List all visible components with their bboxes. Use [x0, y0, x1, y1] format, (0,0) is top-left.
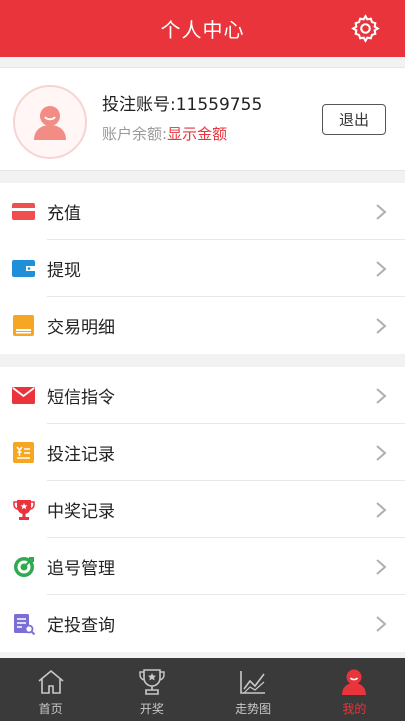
- home-icon: [36, 667, 66, 697]
- menu-item-recharge[interactable]: 充值: [0, 183, 405, 240]
- balance-label: 账户余额:: [102, 125, 168, 143]
- tab-home[interactable]: 首页: [0, 658, 101, 721]
- menu-item-withdraw[interactable]: 提现: [0, 240, 405, 297]
- chevron-right-icon: [376, 615, 387, 632]
- chevron-right-icon: [376, 260, 387, 277]
- show-balance-link[interactable]: 显示金额: [167, 125, 227, 143]
- menu-item-label: 短信指令: [47, 388, 115, 408]
- page-title: 个人中心: [160, 18, 245, 42]
- menu-item-win-records[interactable]: 中奖记录: [0, 481, 405, 538]
- tab-trend-chart[interactable]: 走势图: [203, 658, 304, 721]
- menu-group-finance: 充值 提现 交易明细: [0, 183, 405, 354]
- menu-item-label: 中奖记录: [47, 502, 115, 522]
- envelope-icon: [12, 384, 35, 407]
- chevron-right-icon: [376, 444, 387, 461]
- document-search-icon: [12, 612, 35, 635]
- trophy-icon: [12, 498, 35, 521]
- tab-label: 首页: [38, 702, 63, 716]
- ledger-icon: [12, 314, 35, 337]
- chevron-right-icon: [376, 501, 387, 518]
- menu-item-chase-management[interactable]: 追号管理: [0, 538, 405, 595]
- tab-draw-results[interactable]: 开奖: [101, 658, 202, 721]
- chevron-right-icon: [376, 558, 387, 575]
- account-number: 投注账号:11559755: [102, 95, 263, 115]
- credit-card-icon: [12, 200, 35, 223]
- menu-item-label: 追号管理: [47, 559, 115, 579]
- chevron-right-icon: [376, 203, 387, 220]
- tab-label: 我的: [342, 702, 367, 716]
- menu-item-transactions[interactable]: 交易明细: [0, 297, 405, 354]
- menu-item-plan-query[interactable]: 定投查询: [0, 595, 405, 652]
- menu-item-label: 充值: [47, 204, 81, 224]
- chevron-right-icon: [376, 387, 387, 404]
- user-icon: [339, 667, 369, 697]
- menu-item-label: 交易明细: [47, 318, 115, 338]
- balance-row: 账户余额:显示金额: [102, 123, 227, 144]
- logout-button[interactable]: 退出: [322, 104, 386, 135]
- top-header: 个人中心: [0, 0, 405, 57]
- bet-record-icon: [12, 441, 35, 464]
- profile-card: 投注账号:11559755 账户余额:显示金额 退出: [0, 67, 405, 171]
- avatar: [13, 85, 87, 159]
- tab-label: 开奖: [139, 702, 164, 716]
- menu-item-sms-commands[interactable]: 短信指令: [0, 367, 405, 424]
- trend-chart-icon: [238, 667, 268, 697]
- menu-item-label: 定投查询: [47, 616, 115, 636]
- wallet-icon: [12, 257, 35, 280]
- menu-item-label: 投注记录: [47, 445, 115, 465]
- menu-item-bet-records[interactable]: 投注记录: [0, 424, 405, 481]
- chevron-right-icon: [376, 317, 387, 334]
- tab-label: 走势图: [235, 702, 272, 716]
- gear-icon: [351, 14, 380, 43]
- target-icon: [12, 555, 35, 578]
- trophy-outline-icon: [137, 667, 167, 697]
- bottom-tabbar: 首页 开奖 走势图 我的: [0, 658, 405, 721]
- settings-button[interactable]: [350, 13, 381, 44]
- tab-mine[interactable]: 我的: [304, 658, 405, 721]
- menu-group-records: 短信指令 投注记录 中奖记录 追号管理 定投查询: [0, 367, 405, 652]
- menu-item-label: 提现: [47, 261, 81, 281]
- avatar-user-icon: [34, 106, 66, 140]
